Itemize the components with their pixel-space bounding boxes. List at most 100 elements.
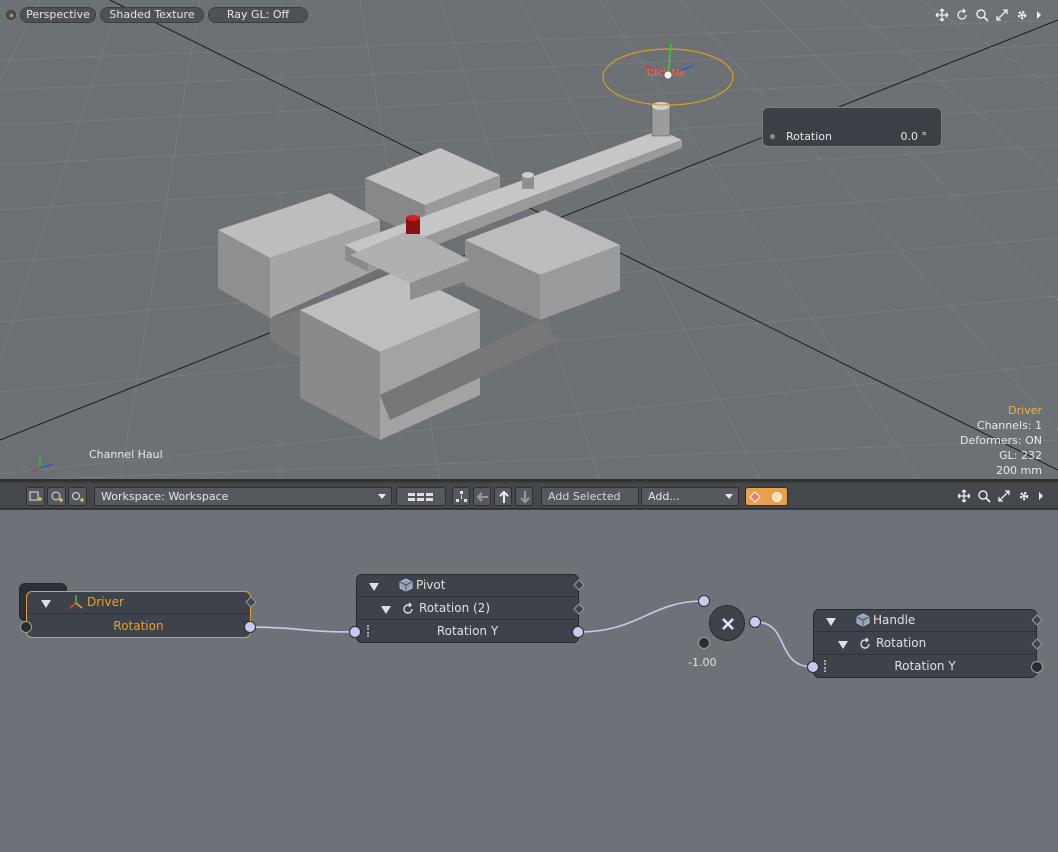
viewport-info: Driver Channels: 1 Deformers: ON GL: 232… [960,403,1042,478]
layout-button[interactable] [396,487,446,506]
shading-mode-button[interactable]: Shaded Texture [100,7,204,23]
multiply-icon [720,616,736,632]
diamond-toggle-icon [748,490,788,504]
handle-rotation-y-output-port[interactable] [1031,661,1043,673]
rotate-icon [401,602,415,616]
workspace-label: Workspace: Workspace [101,490,228,503]
handle-group-row[interactable]: Rotation [814,633,1036,655]
model-mechanism [218,102,682,440]
driver-channel-label: Rotation [27,619,250,633]
hud-channel-value[interactable]: 0.0 ° [901,130,928,143]
add-node-dropdown[interactable]: Add... [641,487,739,506]
multiply-secondary-input-port[interactable] [698,637,710,649]
link-node-button[interactable] [68,487,87,506]
handle-node[interactable]: Handle Rotation Rotation Y [813,609,1037,678]
driver-input-port[interactable] [20,621,32,633]
collapse-toggle-icon[interactable] [41,600,51,608]
drag-handle-icon[interactable] [824,660,826,672]
nav-up-button[interactable] [494,487,512,506]
collapse-toggle-icon[interactable] [369,583,379,591]
driver-rotation-output-port[interactable] [244,621,256,633]
active-tool-label: Channel Haul [89,448,163,461]
settings-icon[interactable] [1015,8,1029,22]
left-arrow-icon [476,490,490,504]
axis-orientation-icon [28,450,58,475]
add-group-button[interactable] [26,487,45,506]
multiply-output-port[interactable] [749,616,761,628]
add-group-icon [29,490,43,504]
driver-node-title: Driver [87,595,124,609]
3d-viewport[interactable]: Click Me Perspective Shaded Texture Ray … [0,0,1058,481]
link-icon [71,490,85,504]
menu-arrow-icon[interactable] [1035,8,1043,22]
collapse-toggle-icon[interactable] [826,618,836,626]
rotation-hud[interactable]: Rotation 0.0 ° [762,107,942,147]
handle-group-label: Rotation [876,636,926,650]
deformers-status: Deformers: ON [960,433,1042,448]
locator-icon [68,594,84,610]
viewport-nav-icons [935,8,1043,22]
pivot-channel-label: Rotation Y [357,624,578,638]
settings-icon[interactable] [1017,489,1031,503]
handle-node-header[interactable]: Handle [814,610,1036,632]
mesh-item-icon [399,578,413,592]
pivot-node-title: Pivot [416,578,445,592]
display-toggle-buttons[interactable] [745,487,788,506]
circle-toggle-icon [773,493,782,502]
collapse-toggle-icon[interactable] [381,606,391,614]
viewport-scene[interactable]: Click Me [0,0,1058,481]
driver-node-header[interactable]: Driver [27,592,250,614]
chevron-down-icon [378,494,386,499]
pivot-group-label: Rotation (2) [419,601,490,615]
nav-down-button[interactable] [515,487,533,506]
hud-channel-label: Rotation [786,130,832,143]
workspace-dropdown[interactable]: Workspace: Workspace [94,487,392,506]
rotate-icon[interactable] [955,8,969,22]
pivot-node-header[interactable]: Pivot [357,575,578,597]
layout-icon [399,490,443,504]
schematic-canvas[interactable] [0,510,1058,852]
add-node-button[interactable] [47,487,66,506]
mesh-item-icon [856,613,870,627]
drag-handle-icon[interactable] [367,625,369,637]
arrange-icon [455,490,469,504]
channel-bullet-icon [770,134,775,139]
move-icon[interactable] [957,489,971,503]
ray-gl-button[interactable]: Ray GL: Off [208,7,308,23]
down-arrow-icon [518,490,532,504]
grid-size: 200 mm [960,463,1042,478]
multiply-node[interactable] [709,605,745,641]
channels-count: Channels: 1 [960,418,1042,433]
handle-node-title: Handle [873,613,915,627]
selected-item-name: Driver [960,403,1042,418]
arrange-button[interactable] [452,487,470,506]
gl-count: GL: 232 [960,448,1042,463]
pivot-group-row[interactable]: Rotation (2) [357,598,578,620]
maximize-icon[interactable] [997,489,1011,503]
multiply-input-port[interactable] [698,595,710,607]
move-icon[interactable] [935,8,949,22]
collapse-toggle-icon[interactable] [838,641,848,649]
chevron-down-icon [725,494,733,499]
view-mode-button[interactable]: Perspective [20,7,96,23]
multiply-factor-value[interactable]: -1.00 [688,656,716,669]
driver-node[interactable]: Driver Rotation [26,591,251,638]
handle-rotation-y-input-port[interactable] [807,661,819,673]
schematic-nav-icons [957,489,1045,503]
zoom-icon[interactable] [975,8,989,22]
add-node-icon [50,490,64,504]
maximize-icon[interactable] [995,8,1009,22]
pivot-rotation-y-output-port[interactable] [572,626,584,638]
schematic-toolbar: Workspace: Workspace Add Selected Add... [0,483,1058,509]
add-dropdown-label: Add... [648,490,680,503]
pivot-rotation-y-input-port[interactable] [349,626,361,638]
nav-left-button[interactable] [473,487,491,506]
handle-channel-label: Rotation Y [814,659,1036,673]
rotate-icon [858,637,872,651]
up-arrow-icon [497,490,511,504]
add-selected-button[interactable]: Add Selected [541,487,639,506]
viewport-options-icon[interactable] [6,10,16,20]
zoom-icon[interactable] [977,489,991,503]
menu-arrow-icon[interactable] [1037,489,1045,503]
pivot-node[interactable]: Pivot Rotation (2) Rotation Y [356,574,579,643]
